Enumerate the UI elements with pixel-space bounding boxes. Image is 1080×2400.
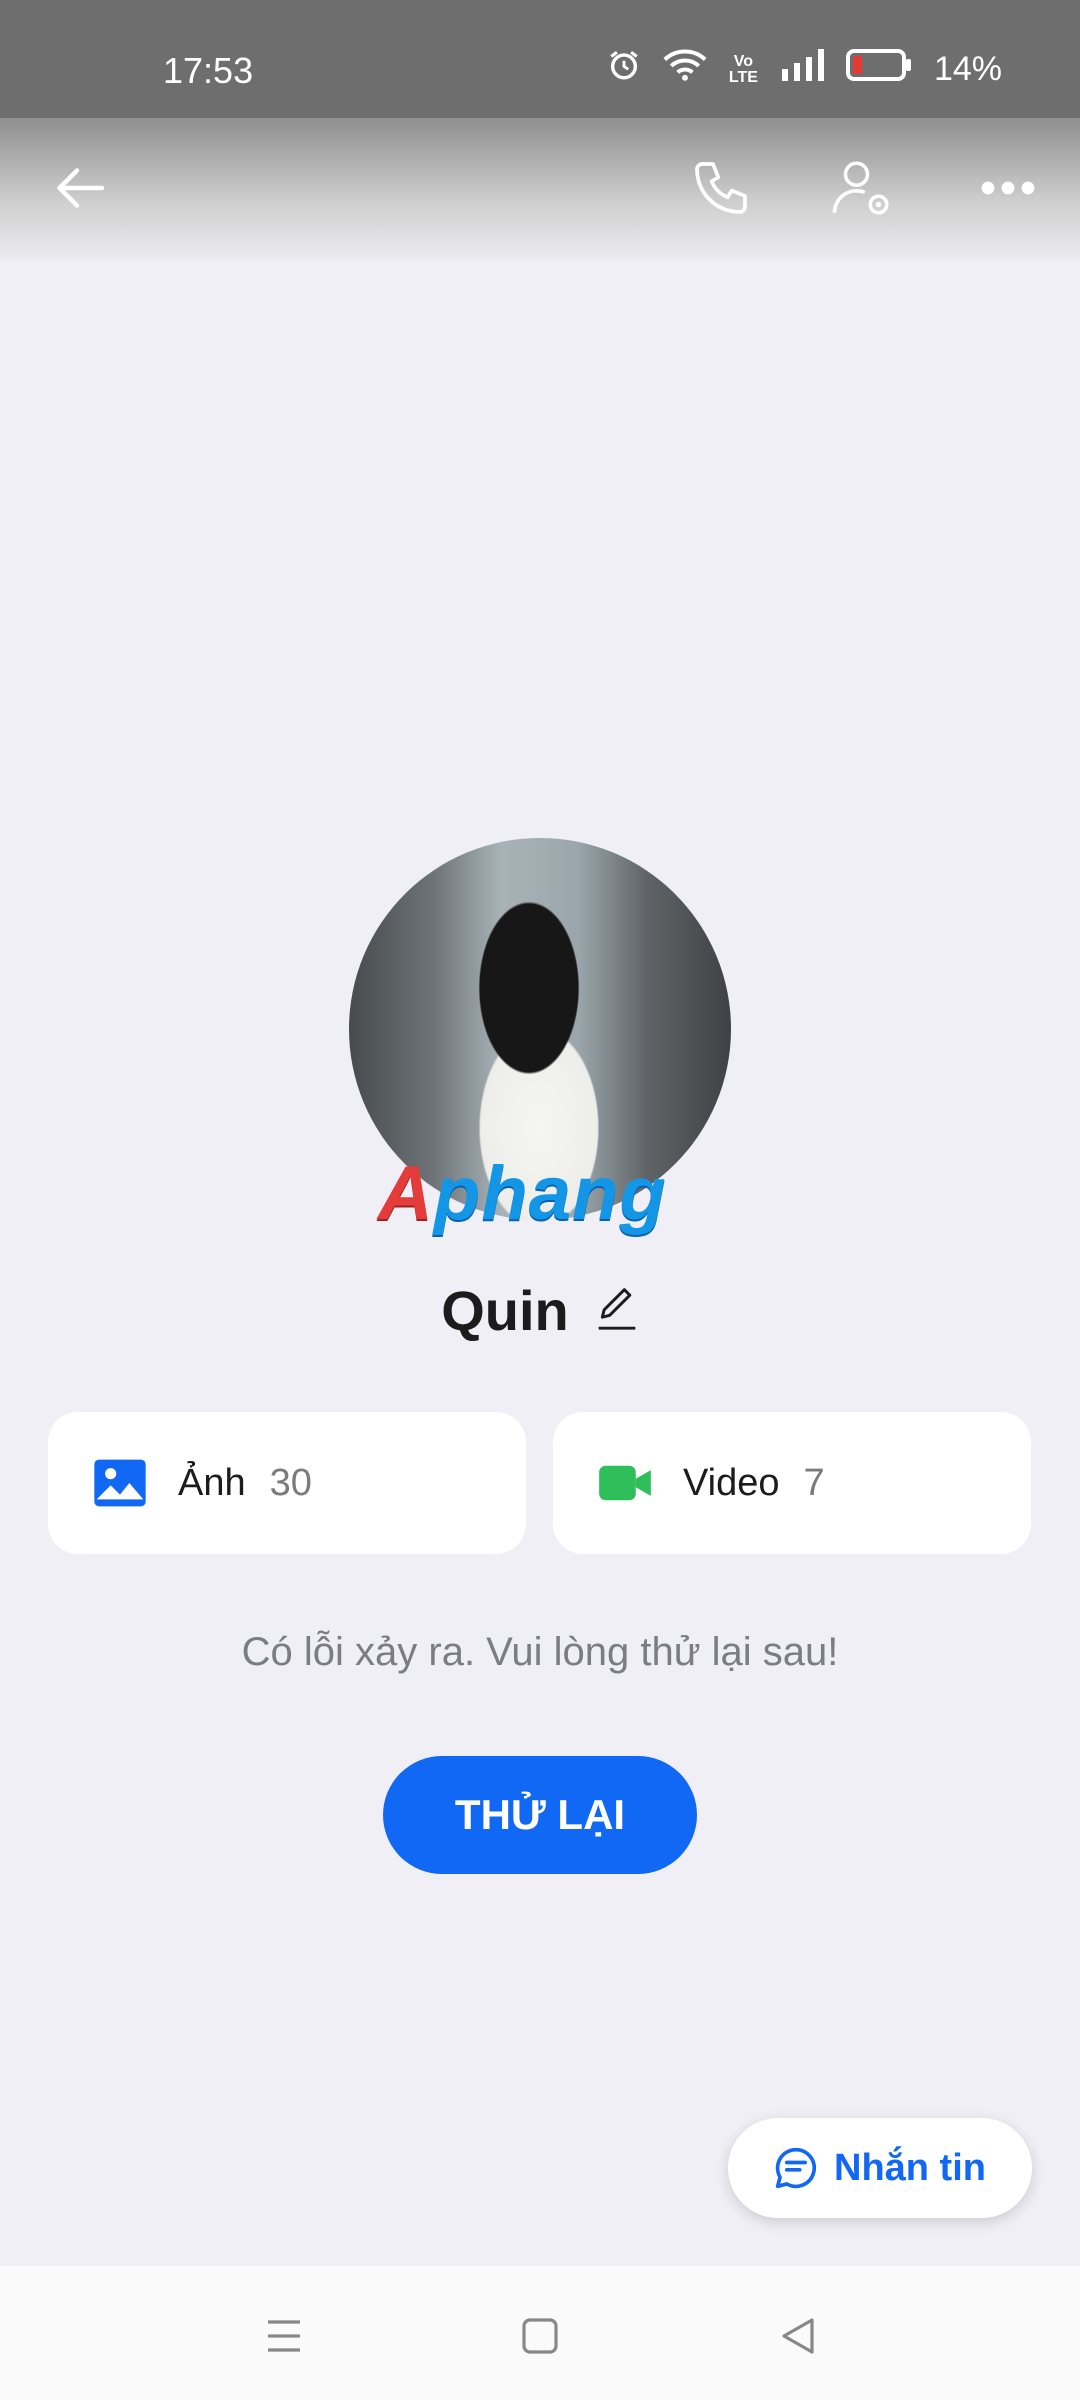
header: [0, 118, 1080, 260]
profile-name: Quin: [441, 1279, 569, 1342]
status-icons: Vo LTE 14%: [607, 48, 1002, 91]
back-nav-button[interactable]: [768, 2306, 828, 2366]
more-options-button[interactable]: [968, 148, 1048, 228]
recents-button[interactable]: [254, 2306, 314, 2366]
photos-card[interactable]: Ảnh 30: [48, 1412, 526, 1554]
chat-bubble-icon: [775, 2147, 817, 2189]
status-time: 17:53: [163, 50, 254, 91]
alarm-icon: [607, 48, 641, 91]
home-button[interactable]: [510, 2306, 570, 2366]
call-button[interactable]: [681, 148, 761, 228]
photos-count: 30: [269, 1461, 312, 1504]
status-bar: 17:53 Vo LTE 14%: [0, 0, 1080, 118]
pencil-icon: [598, 1288, 636, 1330]
system-nav-bar: [0, 2266, 1080, 2400]
photos-label: Ảnh: [178, 1461, 246, 1504]
triangle-back-icon: [782, 2318, 814, 2354]
name-row: Quin: [0, 1278, 1080, 1343]
back-button[interactable]: [42, 148, 122, 228]
image-icon: [92, 1455, 148, 1511]
signal-icon: [780, 48, 824, 91]
retry-button[interactable]: THỬ LẠI: [383, 1756, 697, 1874]
volte-icon: Vo LTE: [728, 52, 758, 86]
watermark-logo: Aphang: [378, 1151, 667, 1236]
message-button[interactable]: Nhắn tin: [728, 2118, 1032, 2218]
more-icon: [981, 181, 1035, 195]
videos-label: Video: [683, 1461, 780, 1504]
phone-icon: [695, 162, 747, 214]
back-arrow-icon: [57, 168, 105, 208]
user-settings-icon: [832, 161, 889, 215]
video-icon: [597, 1455, 653, 1511]
battery-percent: 14%: [933, 50, 1002, 88]
profile-settings-button[interactable]: [822, 148, 902, 228]
videos-count: 7: [803, 1461, 825, 1504]
menu-icon: [268, 2320, 300, 2352]
edit-name-button[interactable]: [595, 1284, 639, 1337]
square-icon: [522, 2318, 558, 2354]
wifi-icon: [663, 48, 707, 91]
error-message: Có lỗi xảy ra. Vui lòng thử lại sau!: [241, 1630, 839, 1674]
message-button-label: Nhắn tin: [834, 2146, 986, 2189]
battery-icon: [845, 49, 912, 90]
videos-card[interactable]: Video 7: [553, 1412, 1031, 1554]
